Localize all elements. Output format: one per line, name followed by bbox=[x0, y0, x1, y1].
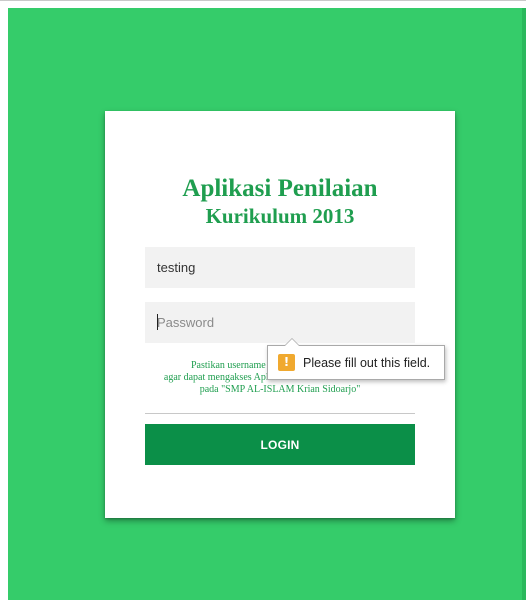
username-input[interactable] bbox=[145, 247, 415, 288]
page-right-edge bbox=[522, 8, 526, 600]
login-button[interactable]: LOGIN bbox=[145, 424, 415, 465]
app-title: Aplikasi Penilaian bbox=[182, 175, 378, 202]
login-card: Aplikasi Penilaian Kurikulum 2013 Pastik… bbox=[105, 111, 455, 518]
form-divider bbox=[145, 413, 415, 414]
validation-message: Please fill out this field. bbox=[303, 355, 431, 370]
validation-tooltip: ! Please fill out this field. bbox=[267, 338, 445, 380]
text-cursor bbox=[157, 314, 158, 330]
warning-icon: ! bbox=[278, 354, 295, 371]
browser-left-edge bbox=[0, 8, 8, 600]
app-subtitle: Kurikulum 2013 bbox=[205, 204, 355, 228]
password-input[interactable] bbox=[145, 302, 415, 343]
browser-top-border bbox=[0, 0, 526, 8]
info-line-3: pada "SMP AL-ISLAM Krian Sidoarjo" bbox=[199, 384, 361, 395]
